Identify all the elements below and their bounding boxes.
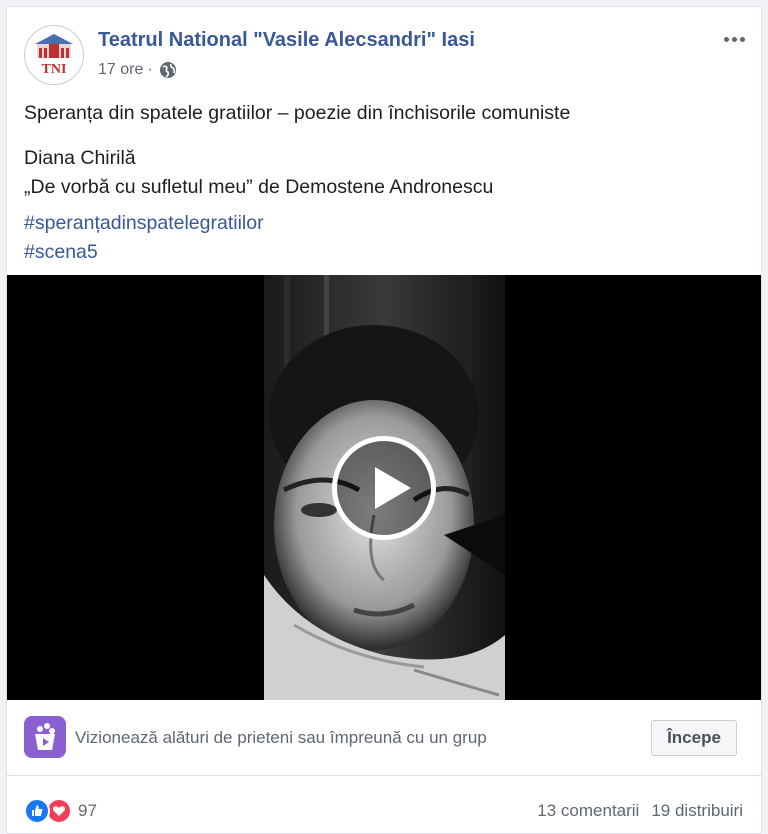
video-player[interactable] — [7, 275, 761, 700]
engagement-stats: 13 comentarii 19 distribuiri — [537, 801, 743, 821]
post-title-line: Speranța din spatele gratiilor – poezie … — [24, 102, 571, 124]
watch-party-bar: Vizionează alături de prieteni sau împre… — [7, 700, 761, 776]
post-card: TNI Teatrul National "Vasile Alecsandri"… — [6, 6, 762, 834]
more-options-icon[interactable] — [719, 27, 749, 51]
start-watch-party-button[interactable]: Începe — [651, 720, 737, 756]
play-button[interactable] — [332, 436, 436, 540]
post-footer: 97 13 comentarii 19 distribuiri — [7, 776, 761, 833]
page-name-link[interactable]: Teatrul National "Vasile Alecsandri" Ias… — [98, 29, 475, 52]
shares-count-link[interactable]: 19 distribuiri — [651, 801, 743, 821]
reactions-summary[interactable]: 97 — [24, 798, 97, 824]
tni-logo: TNI — [27, 28, 81, 82]
meta-separator: · — [147, 61, 153, 78]
post-credits: Diana Chirilă „De vorbă cu sufletul meu”… — [24, 144, 493, 202]
author-line: Diana Chirilă — [24, 147, 136, 169]
page-avatar[interactable]: TNI — [24, 25, 84, 85]
poem-line: „De vorbă cu sufletul meu” de Demostene … — [24, 176, 494, 198]
comments-count-link[interactable]: 13 comentarii — [537, 801, 639, 821]
post-time[interactable]: 17 ore — [98, 61, 143, 79]
hashtag-link[interactable]: #scena5 — [24, 238, 264, 267]
hashtag-link[interactable]: #speranțadinspatelegratiilor — [24, 209, 264, 238]
like-icon — [24, 798, 50, 824]
watch-party-text: Vizionează alături de prieteni sau împre… — [75, 728, 487, 747]
avatar-text: TNI — [42, 62, 67, 77]
hashtags: #speranțadinspatelegratiilor #scena5 — [24, 209, 264, 267]
reaction-count: 97 — [78, 801, 97, 820]
post-meta: 17 ore · — [98, 61, 177, 79]
watch-party-icon — [24, 716, 66, 758]
post-header: TNI Teatrul National "Vasile Alecsandri"… — [7, 7, 761, 97]
globe-icon[interactable] — [159, 61, 177, 79]
